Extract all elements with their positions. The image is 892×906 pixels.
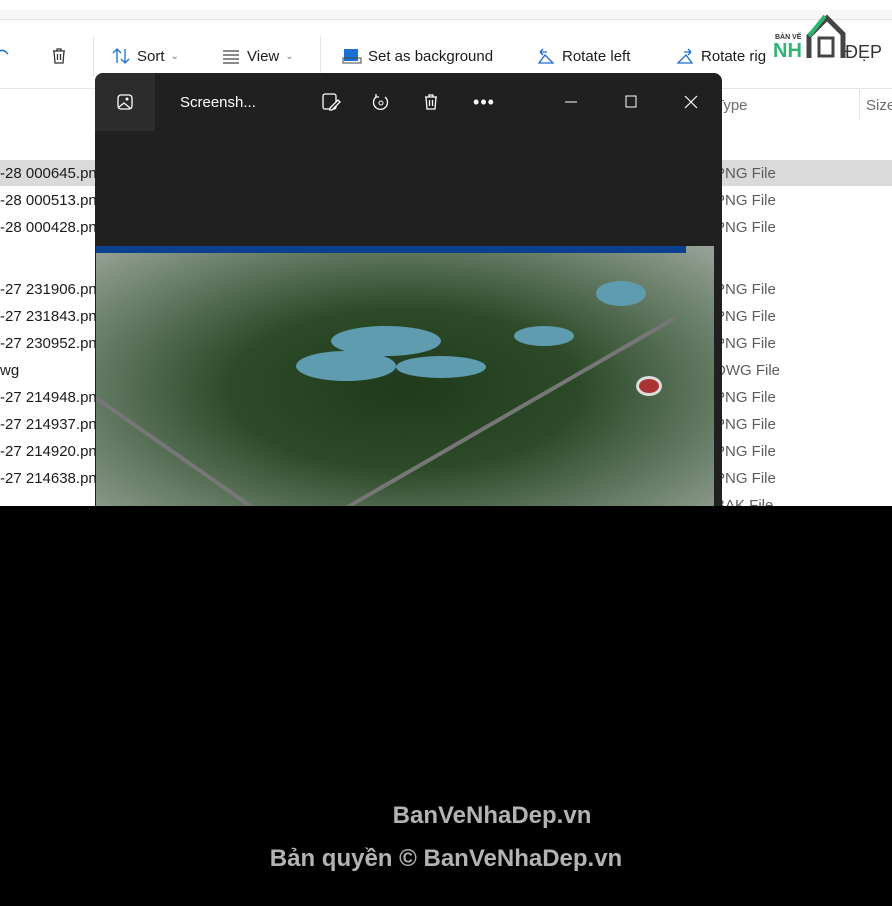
file-type: PNG File (715, 165, 776, 182)
photos-viewer-window: Screensh... ••• (95, 73, 722, 506)
file-type: PNG File (715, 308, 776, 325)
edit-image-icon (322, 93, 341, 111)
more-button[interactable]: ••• (472, 73, 496, 131)
copyright-text: Bản quyền © BanVeNhaDep.vn (269, 845, 623, 872)
trash-icon (53, 48, 65, 64)
file-name: -28 000513.png (0, 192, 106, 209)
rotate-left-button[interactable]: Rotate left (536, 44, 630, 68)
file-type: PNG File (715, 470, 776, 487)
file-type: PNG File (715, 389, 776, 406)
file-type: DWG File (715, 362, 780, 379)
share-icon (0, 49, 9, 55)
file-type: PNG File (715, 416, 776, 433)
file-type: PNG File (715, 219, 776, 236)
column-header-size[interactable]: Size (866, 97, 892, 114)
file-name: -27 214638.png (0, 470, 106, 487)
file-type: PNG File (715, 192, 776, 209)
view-button[interactable]: View ⌄ (221, 44, 294, 68)
file-type: PNG File (715, 443, 776, 460)
file-name: -27 231906.png (0, 281, 106, 298)
file-name: -28 000428.png (0, 219, 106, 236)
rotate-right-icon (676, 48, 694, 64)
wallpaper-icon (342, 49, 362, 64)
minimize-icon (565, 101, 577, 103)
set-background-label: Set as background (368, 47, 494, 65)
set-background-button[interactable]: Set as background (342, 44, 493, 68)
file-name: -27 230952.png (0, 335, 106, 352)
file-type: PNG File (715, 281, 776, 298)
divider (93, 36, 94, 76)
file-type: BAK File (715, 497, 774, 506)
rotate-right-button[interactable]: Rotate rig (675, 44, 766, 68)
minimize-button[interactable] (557, 73, 585, 131)
file-name: -27 231843.png (0, 308, 106, 325)
close-icon (684, 95, 698, 109)
maximize-button[interactable] (617, 73, 645, 131)
window-title: Screensh... (180, 93, 256, 111)
logo: BẢN VẼ NH ĐẸP (773, 14, 883, 62)
trash-icon (425, 94, 437, 110)
rotate-button[interactable] (369, 73, 393, 131)
file-name: -27 214948.png (0, 389, 106, 406)
file-name: -27 214920.png (0, 443, 106, 460)
rotate-icon (372, 94, 389, 111)
image-icon (117, 94, 133, 110)
edit-button[interactable] (319, 73, 343, 131)
title-strip (0, 10, 892, 20)
chevron-down-icon: ⌄ (170, 50, 179, 62)
delete-button[interactable] (49, 44, 69, 68)
more-icon: ••• (473, 91, 495, 112)
divider (320, 36, 321, 76)
rotate-left-icon (537, 48, 555, 64)
close-button[interactable] (677, 73, 705, 131)
file-name: -28 000645.png (0, 165, 106, 182)
chevron-down-icon: ⌄ (285, 50, 294, 62)
rotate-left-label: Rotate left (562, 47, 631, 65)
maximize-icon (625, 95, 637, 108)
aerial-city-image (96, 246, 714, 506)
sort-button[interactable]: Sort ⌄ (111, 44, 179, 68)
divider (859, 90, 860, 120)
file-name: -27 214937.png (0, 416, 106, 433)
file-explorer: Sort ⌄ View ⌄ Set as background Rotate lef… (0, 0, 892, 506)
view-label: View (247, 47, 280, 65)
sort-icon (112, 48, 130, 64)
gallery-button[interactable] (95, 73, 155, 131)
watermark-text: BanVeNhaDep.vn (392, 802, 592, 829)
share-button[interactable] (0, 44, 12, 68)
file-type: PNG File (715, 335, 776, 352)
rotate-right-label: Rotate rig (701, 47, 767, 65)
file-name: wg (0, 362, 20, 379)
view-icon (223, 50, 239, 64)
delete-button[interactable] (419, 73, 443, 131)
sort-label: Sort (137, 47, 165, 65)
